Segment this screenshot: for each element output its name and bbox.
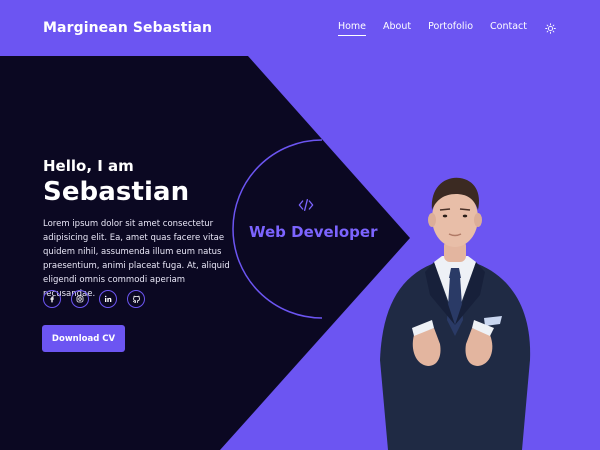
hero-description: Lorem ipsum dolor sit amet consectetur a… [43,219,230,299]
nav-item-about[interactable]: About [383,21,411,36]
brand-name[interactable]: Marginean Sebastian [43,20,212,36]
portrait-photo [380,177,531,450]
hero-name: Sebastian [43,177,190,207]
download-cv-button[interactable]: Download CV [42,325,125,352]
linkedin-icon[interactable] [99,290,117,308]
facebook-icon[interactable] [43,290,61,308]
hero-greeting: Hello, I am [43,157,134,175]
nav-item-contact[interactable]: Contact [490,21,527,36]
sun-icon[interactable] [544,22,556,34]
github-icon[interactable] [127,290,145,308]
nav-item-portofolio[interactable]: Portofolio [428,21,473,36]
instagram-icon[interactable] [71,290,89,308]
main-nav: Home About Portofolio Contact [337,21,556,36]
site-header: Marginean Sebastian Home About Portofoli… [0,0,600,56]
hero-intro: Hello, I am Sebastian Lorem ipsum dolor … [43,157,238,301]
social-links [43,290,145,308]
role-title: Web Developer [249,223,378,241]
nav-item-home[interactable]: Home [337,21,367,36]
code-icon [298,199,314,211]
